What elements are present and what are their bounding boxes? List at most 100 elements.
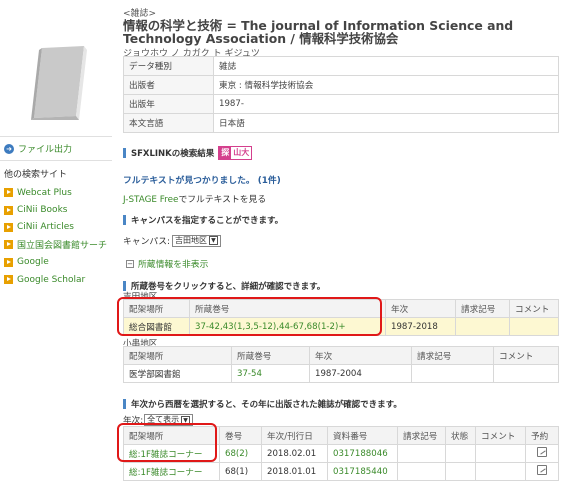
holdings-table-ogushi: 配架場所 所蔵巻号 年次 請求記号 コメント 医学部図書館 37-54 1987… — [123, 346, 559, 383]
holdings-title-text: 所蔵巻号をクリックすると、詳細が確認できます。 — [131, 282, 326, 292]
book-cover-icon — [31, 46, 87, 120]
sfx-title-text: SFXLINKの検索結果 — [131, 149, 215, 159]
metadata-key: 出版者 — [123, 75, 214, 95]
column-header: 配架場所 — [123, 426, 220, 445]
campus-selected-value: 吉田地区 — [174, 235, 207, 245]
column-header: 配架場所 — [123, 346, 232, 365]
column-header: 請求記号 — [411, 346, 494, 365]
location-link[interactable]: 総:1F雑誌コーナー — [123, 462, 220, 481]
site-label[interactable]: 国立国会図書館サーチ — [17, 238, 107, 251]
reserve-cell — [525, 462, 559, 481]
metadata-key: 本文言語 — [123, 113, 214, 133]
jstage-suffix: でフルテキストを見る — [178, 195, 267, 205]
jstage-line: J-STAGE Freeでフルテキストを見る — [123, 192, 266, 205]
site-label[interactable]: Google — [17, 257, 49, 267]
column-header: 年次/刊行日 — [261, 426, 328, 445]
metadata-key: 出版年 — [123, 94, 214, 114]
years-cell: 1987-2018 — [385, 317, 456, 336]
site-link-cinii-articles[interactable]: CiNii Articles — [4, 219, 116, 236]
reserve-icon[interactable] — [537, 465, 547, 475]
column-header: コメント — [509, 299, 559, 318]
location-link[interactable]: 総:1F雑誌コーナー — [123, 444, 220, 463]
site-link-ndl-search[interactable]: 国立国会図書館サーチ — [4, 236, 116, 253]
record-title: 情報の科学と技術 = The journal of Information Sc… — [123, 18, 514, 46]
column-header: 年次 — [385, 299, 456, 318]
site-link-webcat[interactable]: Webcat Plus — [4, 184, 116, 201]
metadata-value: 雑誌 — [213, 56, 559, 76]
sidebar-divider — [0, 136, 112, 137]
column-header: 年次 — [309, 346, 412, 365]
metadata-key: データ種別 — [123, 56, 214, 76]
column-header: 巻号 — [219, 426, 262, 445]
arrow-icon — [4, 205, 13, 215]
file-export-link[interactable]: ➜ ファイル出力 — [4, 142, 72, 155]
hide-holdings-toggle[interactable]: − 所蔵情報を非表示 — [126, 257, 208, 270]
volume-cell: 68(1) — [219, 462, 262, 481]
chevron-down-icon: ▼ — [181, 415, 191, 425]
year-select[interactable]: 全て表示 ▼ — [144, 414, 194, 426]
call-number-cell — [397, 444, 446, 463]
location-cell: 総合図書館 — [123, 317, 190, 336]
table-row: 総:1F雑誌コーナー 68(2) 2018.02.01 0317188046 — [123, 444, 559, 463]
item-number-link[interactable]: 0317185440 — [327, 462, 398, 481]
date-cell: 2018.02.01 — [261, 444, 328, 463]
years-cell: 1987-2004 — [309, 364, 412, 383]
site-label[interactable]: CiNii Books — [17, 205, 67, 215]
comment-cell — [509, 317, 559, 336]
file-export-label[interactable]: ファイル出力 — [18, 142, 72, 155]
reserve-icon[interactable] — [537, 447, 547, 457]
arrow-icon — [4, 240, 13, 250]
column-header: コメント — [475, 426, 526, 445]
record-header: <雑誌> 情報の科学と技術 = The journal of Informati… — [123, 6, 563, 59]
year-filter-row: 年次: 全て表示 ▼ — [123, 414, 194, 426]
metadata-value: 1987- — [213, 94, 559, 114]
export-icon: ➜ — [4, 143, 14, 154]
status-cell — [445, 444, 476, 463]
column-header: 資料番号 — [327, 426, 398, 445]
column-header: 予約 — [525, 426, 559, 445]
campus-row: キャンパス: 吉田地区 ▼ — [123, 234, 221, 247]
site-link-cinii-books[interactable]: CiNii Books — [4, 201, 116, 218]
campus-select[interactable]: 吉田地区 ▼ — [171, 234, 221, 247]
metadata-row: データ種別 雑誌 — [123, 56, 559, 76]
site-link-google-scholar[interactable]: Google Scholar — [4, 271, 116, 288]
issues-section-title: 年次から西暦を選択すると、その年に出版された雑誌が確認できます。 — [123, 398, 402, 410]
table-row: 医学部図書館 37-54 1987-2004 — [123, 364, 559, 383]
volumes-link[interactable]: 37-42,43(1,3,5-12),44-67,68(1-2)+ — [189, 317, 386, 336]
column-header: 状態 — [445, 426, 476, 445]
metadata-row: 出版年 1987- — [123, 94, 559, 114]
column-header: 所蔵巻号 — [189, 299, 386, 318]
table-row: 総合図書館 37-42,43(1,3,5-12),44-67,68(1-2)+ … — [123, 317, 559, 336]
volumes-link[interactable]: 37-54 — [231, 364, 310, 383]
volume-link[interactable]: 68(2) — [219, 444, 262, 463]
fulltext-found-message: フルテキストが見つかりました。 (1件) — [123, 176, 281, 186]
other-search-sites: 他の検索サイト Webcat Plus CiNii Books CiNii Ar… — [4, 167, 116, 288]
column-header: コメント — [493, 346, 559, 365]
metadata-table: データ種別 雑誌 出版者 東京 : 情報科学技術協会 出版年 1987- 本文言語 日本… — [123, 56, 559, 133]
date-cell: 2018.01.01 — [261, 462, 328, 481]
arrow-icon — [4, 188, 13, 198]
arrow-icon — [4, 222, 13, 232]
site-label[interactable]: Google Scholar — [17, 275, 85, 285]
call-number-cell — [455, 317, 510, 336]
sfx-badge-button[interactable]: 探 山大 — [218, 146, 253, 160]
site-link-google[interactable]: Google — [4, 254, 116, 271]
item-number-link[interactable]: 0317188046 — [327, 444, 398, 463]
campus-title-text: キャンパスを指定することができます。 — [131, 216, 284, 226]
holdings-table-yoshida: 配架場所 所蔵巻号 年次 請求記号 コメント 総合図書館 37-42,43(1,… — [123, 299, 559, 336]
metadata-row: 本文言語 日本語 — [123, 113, 559, 133]
arrow-icon — [4, 275, 13, 285]
sidebar-divider — [0, 160, 112, 161]
hide-holdings-label[interactable]: 所蔵情報を非表示 — [138, 257, 208, 270]
metadata-value: 東京 : 情報科学技術協会 — [213, 75, 559, 95]
column-header: 請求記号 — [397, 426, 446, 445]
jstage-link[interactable]: J-STAGE Free — [123, 195, 178, 205]
campus-section-title: キャンパスを指定することができます。 — [123, 214, 283, 226]
site-label[interactable]: Webcat Plus — [17, 188, 72, 198]
sfx-badge-right: 山大 — [233, 148, 250, 157]
sfx-badge-left: 探 — [219, 147, 232, 159]
site-label[interactable]: CiNii Articles — [17, 222, 74, 232]
issues-title-text: 年次から西暦を選択すると、その年に出版された雑誌が確認できます。 — [131, 400, 402, 410]
location-cell: 医学部図書館 — [123, 364, 232, 383]
sfx-section-title: SFXLINKの検索結果 探 山大 — [123, 146, 253, 160]
